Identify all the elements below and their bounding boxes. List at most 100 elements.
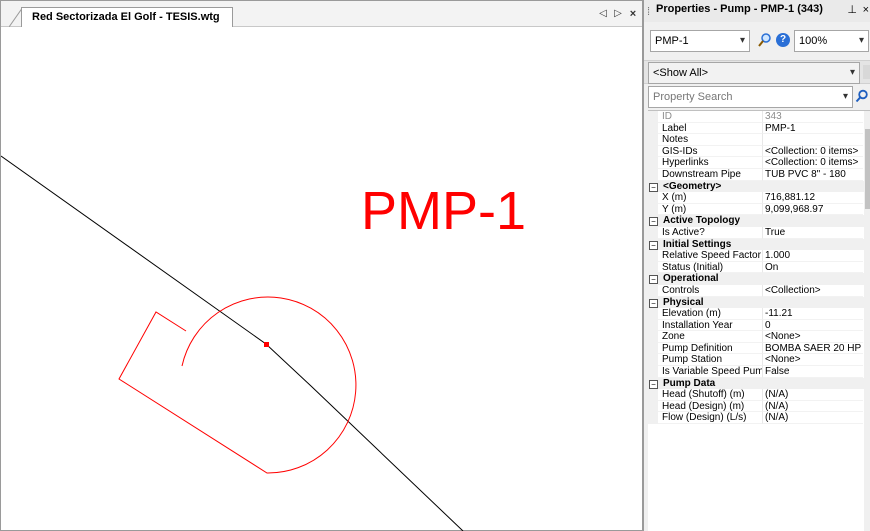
- pin-icon[interactable]: ⊥: [847, 1, 857, 19]
- drawing-canvas[interactable]: [1, 28, 642, 531]
- row-gutter: [648, 122, 658, 135]
- property-name: Flow (Design) (L/s): [658, 412, 762, 425]
- property-value[interactable]: 0: [762, 319, 863, 332]
- category-title: Pump Data: [663, 377, 716, 389]
- find-element-icon[interactable]: [757, 32, 773, 48]
- property-name: Relative Speed Factor: [658, 250, 762, 262]
- zoom-selector[interactable]: 100% ▾: [794, 30, 869, 52]
- property-row[interactable]: Y (m) 9,099,968.97: [648, 203, 870, 216]
- property-row[interactable]: GIS-IDs <Collection: 0 items>: [648, 145, 870, 158]
- collapse-icon[interactable]: −: [649, 275, 658, 285]
- property-value[interactable]: (N/A): [762, 412, 863, 425]
- category-row[interactable]: − <Geometry>: [648, 180, 870, 193]
- drawing-document-pane[interactable]: Red Sectorizada El Golf - TESIS.wtg ◁ ▷ …: [0, 0, 643, 531]
- category-row[interactable]: − Pump Data: [648, 377, 870, 390]
- property-value[interactable]: <None>: [762, 331, 863, 343]
- row-gutter: [648, 192, 658, 204]
- property-value[interactable]: TUB PVC 8" - 180: [762, 168, 863, 181]
- row-gutter: [648, 319, 658, 332]
- collapse-icon[interactable]: −: [649, 217, 658, 227]
- property-name: Head (Design) (m): [658, 401, 762, 413]
- category-row[interactable]: − Physical: [648, 296, 870, 309]
- category-header: − Pump Data: [648, 378, 863, 390]
- property-value[interactable]: -11.21: [762, 308, 863, 320]
- category-title: Initial Settings: [663, 238, 732, 250]
- property-name: Notes: [658, 134, 762, 146]
- filter-extra-button[interactable]: [863, 65, 870, 79]
- property-value[interactable]: <None>: [762, 354, 863, 367]
- property-row[interactable]: Is Variable Speed Pump False: [648, 366, 870, 378]
- close-document-icon[interactable]: ×: [628, 7, 638, 23]
- property-value[interactable]: <Collection: 0 items>: [762, 145, 863, 158]
- category-row[interactable]: − Initial Settings: [648, 238, 870, 251]
- category-title: <Geometry>: [663, 180, 722, 192]
- collapse-icon[interactable]: −: [649, 240, 658, 250]
- property-row[interactable]: Pump Station <None>: [648, 354, 870, 367]
- property-grid-rows: ID 343 Label PMP-1 Notes GIS-IDs <Collection: …: [648, 111, 870, 425]
- property-value[interactable]: BOMBA SAER 20 HP S18: [762, 342, 863, 355]
- property-value[interactable]: True: [762, 226, 863, 239]
- row-gutter: [648, 389, 658, 401]
- chevron-down-icon: ▾: [849, 67, 855, 78]
- property-name: Downstream Pipe: [658, 169, 762, 181]
- property-value[interactable]: (N/A): [762, 389, 863, 401]
- element-selector[interactable]: PMP-1 ▾: [650, 30, 750, 52]
- category-row[interactable]: − Operational: [648, 273, 870, 285]
- property-row[interactable]: Elevation (m) -11.21: [648, 308, 870, 320]
- collapse-icon[interactable]: −: [649, 379, 658, 389]
- property-row[interactable]: Hyperlinks <Collection: 0 items>: [648, 157, 870, 169]
- property-grid[interactable]: ID 343 Label PMP-1 Notes GIS-IDs <Collection: …: [648, 110, 870, 531]
- property-grid-scrollbar[interactable]: [864, 111, 870, 531]
- property-row[interactable]: Head (Shutoff) (m) (N/A): [648, 389, 870, 401]
- collapse-icon[interactable]: −: [649, 182, 658, 192]
- scrollbar-thumb[interactable]: [865, 129, 870, 209]
- search-icon[interactable]: [855, 89, 869, 103]
- properties-title: Properties - Pump - PMP-1 (343): [656, 3, 823, 15]
- pump-label-text[interactable]: PMP-1: [361, 181, 526, 241]
- property-row[interactable]: Flow (Design) (L/s) (N/A): [648, 412, 870, 425]
- property-row[interactable]: Controls <Collection>: [648, 284, 870, 297]
- category-title: Active Topology: [663, 215, 741, 227]
- property-row[interactable]: Installation Year 0: [648, 319, 870, 332]
- property-row[interactable]: X (m) 716,881.12: [648, 192, 870, 204]
- property-search-input[interactable]: Property Search ▾: [648, 86, 853, 108]
- property-row[interactable]: Status (Initial) On: [648, 261, 870, 274]
- collapse-icon[interactable]: −: [649, 298, 658, 308]
- property-value[interactable]: 343: [762, 111, 863, 123]
- category-header: − Active Topology: [648, 215, 863, 227]
- property-row[interactable]: Head (Design) (m) (N/A): [648, 400, 870, 413]
- property-name: Y (m): [658, 204, 762, 216]
- property-value[interactable]: (N/A): [762, 400, 863, 413]
- property-name: GIS-IDs: [658, 146, 762, 158]
- property-row[interactable]: Zone <None>: [648, 331, 870, 343]
- property-row[interactable]: Is Active? True: [648, 226, 870, 239]
- property-row[interactable]: Notes: [648, 134, 870, 146]
- property-filter-selector[interactable]: <Show All> ▾: [648, 62, 860, 84]
- category-row[interactable]: − Active Topology: [648, 215, 870, 227]
- row-gutter: [648, 261, 658, 274]
- close-icon[interactable]: ×: [863, 1, 869, 19]
- help-icon[interactable]: ?: [776, 33, 790, 47]
- property-row[interactable]: Downstream Pipe TUB PVC 8" - 180: [648, 168, 870, 181]
- property-value[interactable]: On: [762, 261, 863, 274]
- document-tab[interactable]: Red Sectorizada El Golf - TESIS.wtg: [21, 7, 233, 27]
- property-value[interactable]: <Collection: 0 items>: [762, 157, 863, 169]
- next-tab-icon[interactable]: ▷: [613, 7, 623, 23]
- previous-tab-icon[interactable]: ◁: [598, 7, 608, 23]
- property-value[interactable]: False: [762, 366, 863, 378]
- property-row[interactable]: Relative Speed Factor 1.000: [648, 250, 870, 262]
- search-row: Property Search ▾: [644, 86, 870, 108]
- property-row[interactable]: Label PMP-1: [648, 122, 870, 135]
- property-value[interactable]: <Collection>: [762, 284, 863, 297]
- drag-grip-icon[interactable]: ⁞: [647, 3, 650, 21]
- property-row[interactable]: ID 343: [648, 111, 870, 123]
- property-name: Elevation (m): [658, 308, 762, 320]
- property-value[interactable]: PMP-1: [762, 122, 863, 135]
- property-value[interactable]: 9,099,968.97: [762, 203, 863, 216]
- property-value[interactable]: 1.000: [762, 250, 863, 262]
- property-value[interactable]: [762, 134, 863, 146]
- pump-node[interactable]: [264, 342, 269, 347]
- property-value[interactable]: 716,881.12: [762, 192, 863, 204]
- category-header: − Operational: [648, 273, 863, 285]
- property-row[interactable]: Pump DefinitionBOMBA SAER 20 HP S18: [648, 342, 870, 355]
